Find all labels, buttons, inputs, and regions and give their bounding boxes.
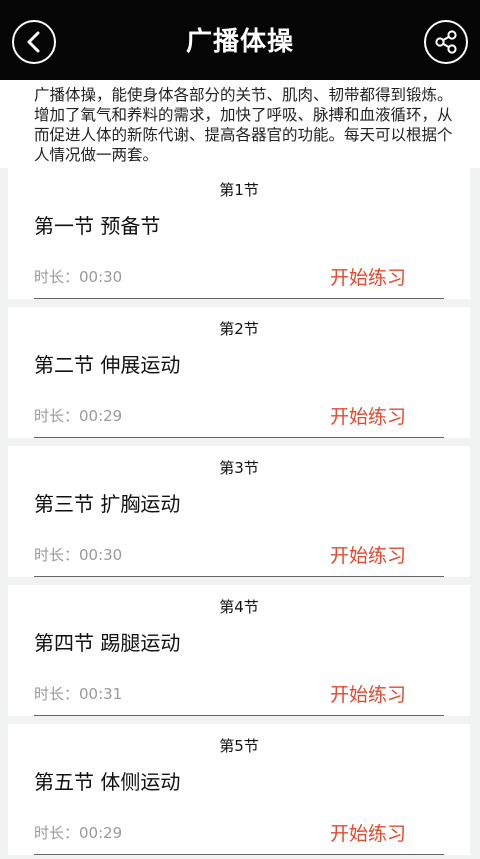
section-title: 第四节 踢腿运动 bbox=[34, 631, 181, 655]
divider bbox=[34, 437, 444, 438]
chevron-left-icon bbox=[27, 31, 40, 53]
section-duration: 时长：00:30 bbox=[34, 546, 123, 564]
section-card-1: 第1节 第一节 预备节 时长：00:30 开始练习 bbox=[8, 168, 470, 299]
start-practice-button[interactable]: 开始练习 bbox=[330, 819, 406, 846]
section-duration: 时长：00:29 bbox=[34, 407, 123, 425]
page-title: 广播体操 bbox=[185, 27, 294, 57]
section-number: 第3节 bbox=[219, 459, 259, 477]
start-practice-button[interactable]: 开始练习 bbox=[330, 402, 406, 429]
divider bbox=[34, 854, 444, 855]
divider bbox=[34, 715, 444, 716]
section-duration: 时长：00:30 bbox=[34, 268, 123, 286]
section-duration: 时长：00:31 bbox=[34, 685, 123, 703]
section-title: 第五节 体侧运动 bbox=[34, 770, 181, 794]
section-card-2: 第2节 第二节 伸展运动 时长：00:29 开始练习 bbox=[8, 307, 470, 438]
section-duration: 时长：00:29 bbox=[34, 824, 123, 842]
section-number: 第2节 bbox=[219, 320, 259, 338]
section-title: 第二节 伸展运动 bbox=[34, 353, 181, 377]
section-number: 第5节 bbox=[219, 737, 259, 755]
app-root: 广播体操 广播体操，能使身体各部分的关节、肌肉、韧带都得到锻炼。增加了氧气和养料… bbox=[0, 0, 480, 859]
section-card-5: 第5节 第五节 体侧运动 时长：00:29 开始练习 bbox=[8, 724, 470, 855]
section-number: 第1节 bbox=[219, 181, 259, 199]
section-number: 第4节 bbox=[219, 598, 259, 616]
divider bbox=[34, 576, 444, 577]
start-practice-button[interactable]: 开始练习 bbox=[330, 541, 406, 568]
start-practice-button[interactable]: 开始练习 bbox=[330, 263, 406, 290]
section-list: 第1节 第一节 预备节 时长：00:30 开始练习 第2节 第二节 伸展运动 时… bbox=[0, 168, 480, 859]
divider bbox=[34, 298, 444, 299]
section-card-3: 第3节 第三节 扩胸运动 时长：00:30 开始练习 bbox=[8, 446, 470, 577]
share-icon bbox=[435, 30, 457, 54]
section-title: 第一节 预备节 bbox=[34, 214, 161, 238]
section-card-4: 第4节 第四节 踢腿运动 时长：00:31 开始练习 bbox=[8, 585, 470, 716]
top-bar: 广播体操 bbox=[0, 0, 480, 80]
section-title: 第三节 扩胸运动 bbox=[34, 492, 181, 516]
back-button[interactable] bbox=[12, 20, 56, 64]
start-practice-button[interactable]: 开始练习 bbox=[330, 680, 406, 707]
intro-text: 广播体操，能使身体各部分的关节、肌肉、韧带都得到锻炼。增加了氧气和养料的需求，加… bbox=[0, 80, 480, 168]
share-button[interactable] bbox=[424, 20, 468, 64]
